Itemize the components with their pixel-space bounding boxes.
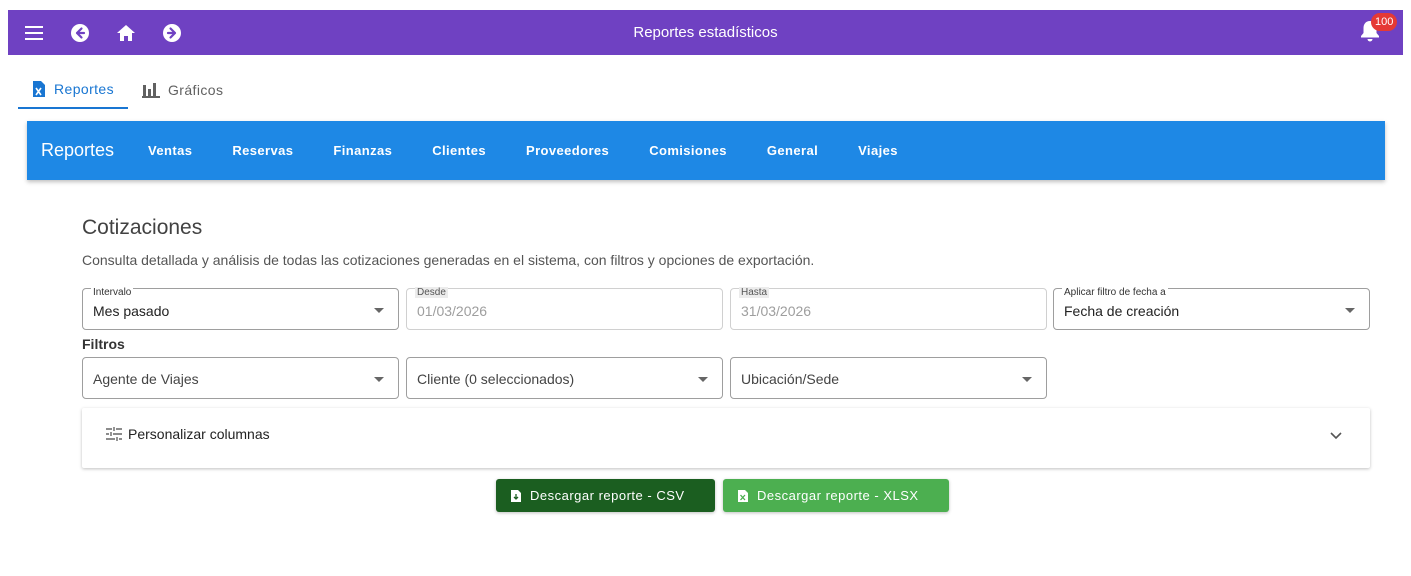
chevron-down-icon (374, 308, 384, 313)
date-from-field[interactable]: Desde 01/03/2026 (406, 287, 723, 330)
client-select-text: Cliente (0 seleccionados) (417, 371, 575, 387)
nav-general[interactable]: General (747, 143, 838, 158)
download-csv-label: Descargar reporte - CSV (530, 488, 685, 503)
date-apply-to-select[interactable]: Aplicar filtro de fecha a Fecha de creac… (1053, 287, 1370, 330)
notifications-button[interactable]: 100 (1359, 13, 1398, 45)
excel-file-icon (33, 80, 45, 97)
nav-reservas[interactable]: Reservas (212, 143, 313, 158)
interval-label: Intervalo (91, 287, 134, 298)
menu-icon[interactable] (22, 21, 46, 45)
agent-select-text: Agente de Viajes (93, 371, 199, 387)
download-xlsx-label: Descargar reporte - XLSX (757, 488, 919, 503)
report-category-nav: Reportes Ventas Reservas Finanzas Client… (27, 121, 1385, 180)
nav-finanzas[interactable]: Finanzas (313, 143, 412, 158)
nav-viajes[interactable]: Viajes (838, 143, 918, 158)
nav-clientes[interactable]: Clientes (412, 143, 506, 158)
filters-heading: Filtros (82, 336, 125, 352)
file-download-icon (511, 489, 521, 502)
date-from-label: Desde (415, 287, 448, 298)
page-title: Cotizaciones (82, 216, 203, 239)
home-icon[interactable] (114, 21, 138, 45)
location-select[interactable]: Ubicación/Sede (730, 357, 1047, 399)
chevron-down-icon (1330, 432, 1342, 440)
date-apply-to-value: Fecha de creación (1064, 303, 1180, 319)
date-from-value: 01/03/2026 (417, 303, 488, 319)
excel-file-icon (738, 489, 748, 502)
tune-icon (106, 427, 122, 441)
top-app-bar: Reportes estadísticos 100 (8, 10, 1403, 55)
chevron-down-icon (698, 377, 708, 382)
date-apply-to-label: Aplicar filtro de fecha a (1062, 287, 1168, 298)
nav-proveedores[interactable]: Proveedores (506, 143, 629, 158)
back-arrow-icon[interactable] (68, 21, 92, 45)
appbar-left-icons (8, 21, 184, 45)
notification-badge: 100 (1371, 13, 1398, 31)
download-xlsx-button[interactable]: Descargar reporte - XLSX (723, 479, 949, 512)
download-csv-button[interactable]: Descargar reporte - CSV (496, 479, 715, 512)
customize-columns-label: Personalizar columnas (128, 426, 270, 442)
chevron-down-icon (374, 377, 384, 382)
interval-select[interactable]: Intervalo Mes pasado (82, 287, 399, 330)
forward-arrow-icon[interactable] (160, 21, 184, 45)
view-tabs: Reportes Gráficos (18, 70, 237, 110)
bar-chart-icon (142, 82, 161, 98)
agent-select[interactable]: Agente de Viajes (82, 357, 399, 399)
date-to-value: 31/03/2026 (741, 303, 812, 319)
tab-graficos-label: Gráficos (168, 81, 224, 98)
report-nav-brand: Reportes (41, 140, 115, 160)
app-title: Reportes estadísticos (633, 24, 778, 41)
tab-reportes[interactable]: Reportes (18, 70, 129, 109)
customize-columns-panel[interactable]: Personalizar columnas (82, 408, 1370, 468)
date-to-label: Hasta (739, 287, 770, 298)
location-select-text: Ubicación/Sede (741, 371, 840, 387)
client-select[interactable]: Cliente (0 seleccionados) (406, 357, 723, 399)
chevron-down-icon (1022, 377, 1032, 382)
chevron-down-icon (1345, 308, 1355, 313)
tab-reportes-label: Reportes (54, 80, 115, 97)
customize-columns-header: Personalizar columnas (106, 426, 270, 442)
date-to-field[interactable]: Hasta 31/03/2026 (730, 287, 1047, 330)
interval-value: Mes pasado (93, 303, 170, 319)
nav-ventas[interactable]: Ventas (128, 143, 212, 158)
page-description: Consulta detallada y análisis de todas l… (82, 252, 815, 268)
nav-comisiones[interactable]: Comisiones (629, 143, 747, 158)
page-header: Cotizaciones Consulta detallada y anális… (82, 216, 1370, 268)
tab-graficos[interactable]: Gráficos (128, 70, 237, 109)
